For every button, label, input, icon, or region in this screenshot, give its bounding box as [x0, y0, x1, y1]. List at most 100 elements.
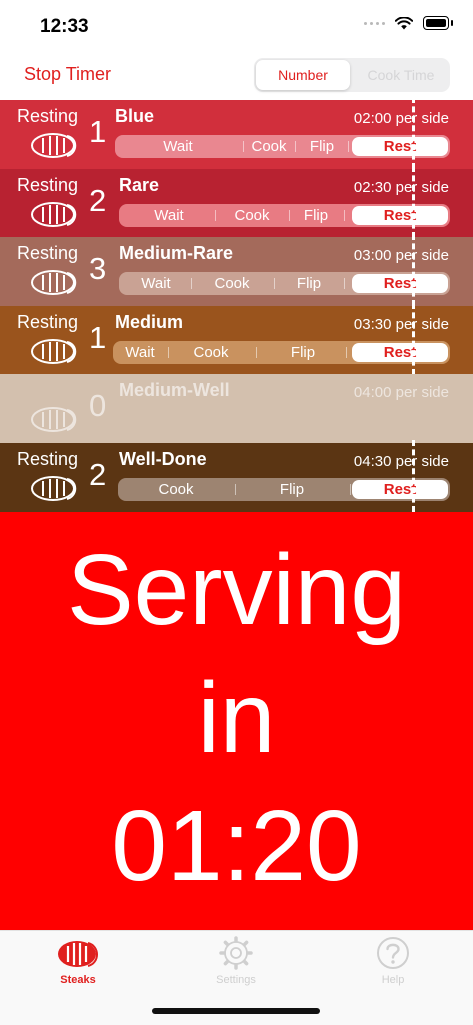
steak-count: 0: [89, 388, 107, 424]
phase-flip: Flip: [309, 138, 335, 155]
tab-steaks[interactable]: Steaks: [28, 935, 128, 986]
serving-in-label: in: [197, 662, 276, 774]
phase-divider: [215, 209, 216, 221]
display-mode-segmented-control: Number Cook Time: [254, 58, 450, 92]
segment-cook-time[interactable]: Cook Time: [354, 60, 448, 90]
question-mark-icon: [377, 937, 409, 969]
steak-status: Resting: [17, 311, 79, 332]
cook-progress-bar: Wait Cook Flip Rest: [119, 272, 450, 296]
serving-countdown: 01:20: [111, 790, 362, 902]
cook-progress-bar: Wait Cook Flip Rest: [119, 203, 450, 227]
cook-time-per-side: 04:00 per side: [353, 384, 449, 402]
cellular-signal-icon: [364, 21, 385, 25]
phase-divider: [191, 278, 192, 290]
phase-flip: Flip: [279, 480, 305, 498]
phase-cook: Cook: [251, 138, 287, 155]
steak-icon: [31, 133, 77, 158]
steak-list: Resting 1 Blue 02:00 per side Wait Cook …: [0, 97, 473, 512]
phase-flip: Flip: [296, 275, 322, 293]
phase-wait: Wait: [141, 275, 171, 293]
steak-row-well-done[interactable]: Resting 2 Well-Done 04:30 per side Cook …: [0, 439, 473, 512]
phase-divider: [348, 141, 349, 152]
tab-label: Help: [381, 974, 405, 986]
steak-row-medium[interactable]: Resting 1 Medium 03:30 per side Wait Coo…: [0, 302, 473, 375]
steak-icon: [58, 941, 98, 967]
tab-label: Steaks: [60, 974, 96, 986]
steak-row-medium-well[interactable]: 0 Medium-Well 04:00 per side: [0, 374, 473, 443]
steak-count: 3: [89, 251, 107, 287]
steak-status: Resting: [17, 174, 79, 195]
steak-row-blue[interactable]: Resting 1 Blue 02:00 per side Wait Cook …: [0, 97, 473, 169]
cook-progress-bar: Cook Flip Rest: [118, 477, 450, 501]
steak-count: 1: [89, 114, 107, 149]
phase-divider: [346, 346, 347, 358]
steak-row-medium-rare[interactable]: Resting 3 Medium-Rare 03:00 per side Wai…: [0, 234, 473, 307]
phase-flip: Flip: [290, 343, 316, 361]
phase-divider: [295, 141, 296, 152]
tab-settings[interactable]: Settings: [186, 935, 286, 986]
phase-divider: [235, 483, 236, 495]
phase-cook: Cook: [234, 206, 270, 224]
phase-divider: [243, 141, 244, 152]
doneness-label: Medium: [115, 311, 184, 332]
phase-divider: [350, 483, 351, 495]
steak-icon: [31, 407, 77, 433]
steak-count: 1: [89, 319, 107, 355]
phase-wait: Wait: [154, 206, 184, 224]
gear-icon: [219, 936, 253, 970]
phase-cook: Cook: [193, 343, 229, 361]
doneness-label: Medium-Rare: [119, 243, 234, 264]
steak-status: Resting: [17, 243, 79, 264]
cook-time-per-side: 02:30 per side: [353, 178, 449, 196]
rest-phase-pill: Rest: [352, 205, 448, 225]
phase-divider: [344, 278, 345, 290]
steak-row-rare[interactable]: Resting 2 Rare 02:30 per side Wait Cook …: [0, 165, 473, 238]
phase-divider: [256, 346, 257, 358]
rest-phase-pill: Rest: [352, 479, 448, 499]
tab-label: Settings: [216, 974, 256, 986]
status-icons: [364, 16, 453, 30]
current-time-marker: [412, 165, 415, 238]
current-time-marker: [412, 439, 415, 512]
cook-progress-bar: Wait Cook Flip Rest: [113, 340, 450, 364]
wifi-icon: [395, 16, 413, 29]
phase-divider: [344, 209, 345, 221]
tab-help[interactable]: Help: [343, 935, 443, 986]
steak-icon: [31, 270, 77, 296]
phase-cook: Cook: [214, 275, 250, 293]
serving-countdown-panel: Serving in 01:20: [0, 512, 473, 930]
cook-progress-bar: Wait Cook Flip Rest: [115, 135, 450, 158]
rest-phase-pill: Rest: [352, 274, 448, 294]
phase-divider: [168, 346, 169, 358]
doneness-label: Well-Done: [119, 448, 207, 469]
status-time: 12:33: [40, 16, 89, 37]
phase-divider: [274, 278, 275, 290]
steak-status: Resting: [17, 106, 79, 126]
phase-wait: Wait: [125, 343, 155, 361]
cook-time-per-side: 02:00 per side: [353, 110, 449, 127]
cook-time-per-side: 03:30 per side: [353, 315, 449, 333]
steak-icon: [31, 475, 77, 501]
cook-time-per-side: 04:30 per side: [353, 452, 449, 470]
phase-divider: [289, 209, 290, 221]
serving-label: Serving: [66, 534, 407, 646]
steak-icon: [31, 201, 77, 227]
stop-timer-button[interactable]: Stop Timer: [24, 64, 111, 85]
cook-time-per-side: 03:00 per side: [353, 247, 449, 265]
status-bar: 12:33: [0, 0, 473, 50]
rest-phase-pill: Rest: [352, 342, 448, 362]
current-time-marker: [412, 234, 415, 307]
doneness-label: Rare: [119, 174, 160, 195]
doneness-label: Medium-Well: [119, 380, 230, 401]
phase-wait: Wait: [163, 138, 193, 155]
doneness-label: Blue: [115, 106, 155, 126]
rest-phase-pill: Rest: [352, 137, 448, 156]
steak-icon: [31, 338, 77, 364]
home-indicator[interactable]: [152, 1008, 320, 1014]
current-time-marker: [412, 302, 415, 375]
steak-count: 2: [89, 456, 107, 492]
segment-number[interactable]: Number: [256, 60, 350, 90]
phase-cook: Cook: [158, 480, 194, 498]
steak-count: 2: [89, 182, 107, 218]
phase-flip: Flip: [303, 206, 329, 224]
